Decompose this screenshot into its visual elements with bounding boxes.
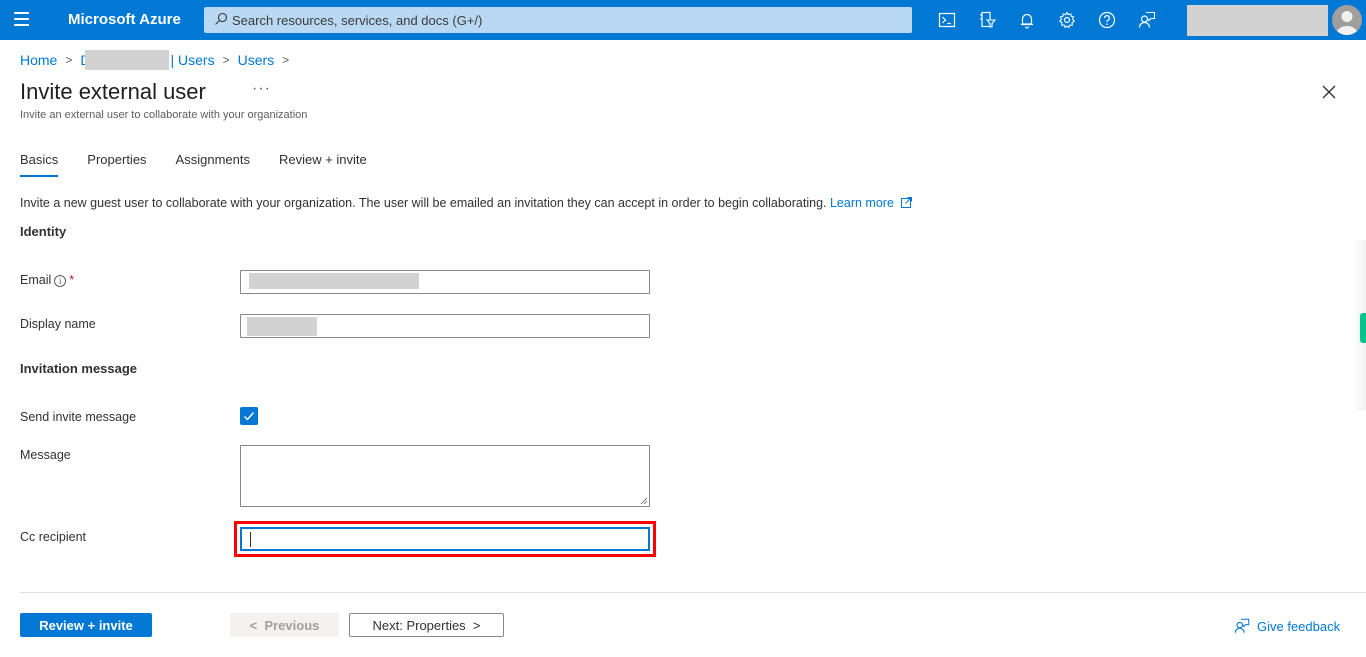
display-name-label: Display name [20, 317, 96, 331]
wizard-tabs: Basics Properties Assignments Review + i… [20, 152, 396, 177]
redacted-email-value [249, 273, 419, 289]
display-name-field[interactable] [240, 314, 650, 338]
invitation-message-heading: Invitation message [20, 361, 138, 376]
redacted-directory-name [84, 50, 169, 70]
message-textarea[interactable] [241, 446, 649, 506]
tab-properties[interactable]: Properties [87, 152, 146, 177]
more-options-button[interactable]: ··· [252, 80, 271, 98]
top-bar: Microsoft Azure [0, 0, 1366, 40]
previous-button[interactable]: < Previous [230, 613, 339, 637]
intro-text: Invite a new guest user to collaborate w… [20, 196, 827, 210]
feedback-icon [1234, 618, 1250, 633]
redacted-display-name-value [247, 317, 317, 336]
menu-icon[interactable] [14, 12, 32, 28]
message-label: Message [20, 448, 71, 462]
avatar[interactable] [1332, 5, 1362, 35]
page-title: Invite external user [20, 79, 206, 104]
send-invite-label: Send invite message [20, 410, 137, 424]
give-feedback-link[interactable]: Give feedback [1233, 617, 1340, 635]
chevron-right-icon: > [282, 53, 290, 67]
footer-divider [20, 592, 1366, 593]
chevron-right-icon: > [65, 53, 73, 67]
help-icon[interactable] [1097, 10, 1117, 30]
email-field[interactable] [240, 270, 650, 294]
tab-review-invite[interactable]: Review + invite [279, 152, 367, 177]
intro-text-row: Invite a new guest user to collaborate w… [20, 196, 913, 210]
message-field[interactable] [240, 445, 650, 507]
give-feedback-label: Give feedback [1257, 618, 1341, 634]
learn-more-link[interactable]: Learn more [830, 196, 894, 210]
close-icon[interactable] [1320, 83, 1338, 101]
breadcrumb-directory-users[interactable]: | Users [171, 52, 215, 68]
checkmark-icon [244, 412, 255, 421]
breadcrumb: Home > D | Users > Users > [20, 50, 297, 70]
page-subtitle: Invite an external user to collaborate w… [20, 109, 308, 121]
cloud-shell-icon[interactable] [937, 10, 957, 30]
send-invite-checkbox[interactable] [240, 407, 258, 425]
settings-icon[interactable] [1057, 10, 1077, 30]
chevron-right-icon: > [465, 617, 481, 633]
search-icon [215, 12, 228, 25]
account-name-redacted[interactable] [1187, 5, 1328, 36]
next-label: Next: Properties [372, 617, 466, 633]
user-avatar-icon [1336, 11, 1358, 35]
brand-logo[interactable]: Microsoft Azure [68, 11, 181, 28]
cc-recipient-field[interactable] [240, 527, 650, 551]
previous-label: Previous [264, 617, 320, 633]
email-label-row: Email i * [20, 273, 74, 287]
text-cursor [250, 532, 251, 547]
external-link-icon[interactable] [901, 197, 913, 208]
cc-recipient-input[interactable] [242, 529, 648, 549]
tab-basics[interactable]: Basics [20, 152, 59, 177]
global-search[interactable] [204, 7, 912, 33]
review-invite-button[interactable]: Review + invite [20, 613, 152, 637]
info-icon[interactable]: i [54, 275, 67, 287]
breadcrumb-home[interactable]: Home [20, 52, 57, 68]
tab-assignments[interactable]: Assignments [176, 152, 250, 177]
cc-recipient-label: Cc recipient [20, 530, 86, 544]
resize-grip-icon[interactable] [640, 497, 648, 505]
side-panel-handle[interactable] [1360, 313, 1366, 343]
required-marker: * [69, 273, 75, 287]
identity-heading: Identity [20, 224, 67, 239]
next-properties-button[interactable]: Next: Properties > [349, 613, 504, 637]
email-label: Email [20, 273, 52, 287]
feedback-icon[interactable] [1137, 10, 1157, 30]
chevron-left-icon: < [249, 617, 265, 633]
notifications-icon[interactable] [1017, 10, 1037, 30]
breadcrumb-users[interactable]: Users [238, 52, 275, 68]
chevron-right-icon: > [222, 53, 230, 67]
directory-filter-icon[interactable] [977, 10, 997, 30]
search-input[interactable] [232, 7, 902, 33]
